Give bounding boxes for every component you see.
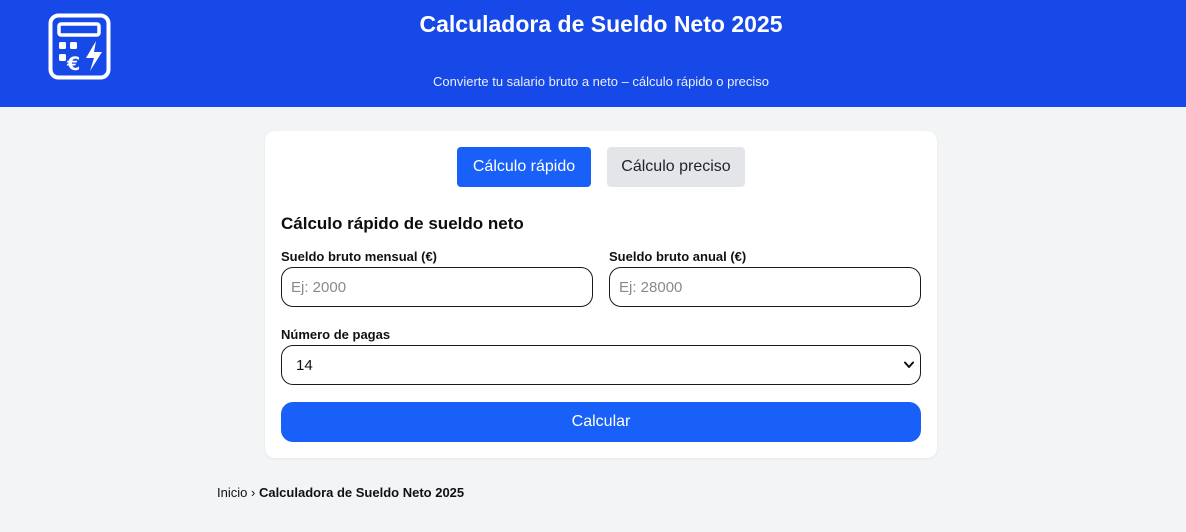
annual-salary-label: Sueldo bruto anual (€) <box>609 249 747 264</box>
calculator-card: Cálculo rápido Cálculo preciso Cálculo r… <box>265 131 937 458</box>
chevron-down-icon <box>904 361 914 368</box>
breadcrumb: Inicio › Calculadora de Sueldo Neto 2025 <box>217 485 464 500</box>
tab-quick-calculation[interactable]: Cálculo rápido <box>457 147 591 187</box>
tab-precise-calculation[interactable]: Cálculo preciso <box>607 147 745 187</box>
payments-label: Número de pagas <box>281 327 391 342</box>
svg-text:€: € <box>66 53 80 75</box>
breadcrumb-home-link[interactable]: Inicio <box>217 485 247 500</box>
monthly-salary-input[interactable] <box>281 267 593 307</box>
site-header: € Calculadora de Sueldo Neto 2025 Convie… <box>0 0 1186 107</box>
breadcrumb-separator: › <box>250 485 256 500</box>
payments-select-value: 14 <box>296 357 313 374</box>
calculate-button[interactable]: Calcular <box>281 402 921 442</box>
calculator-euro-icon[interactable]: € <box>48 13 111 80</box>
annual-salary-input[interactable] <box>609 267 921 307</box>
section-title: Cálculo rápido de sueldo neto <box>281 214 524 233</box>
payments-select[interactable]: 14 <box>281 345 921 385</box>
monthly-salary-label: Sueldo bruto mensual (€) <box>281 249 438 264</box>
page-subtitle: Convierte tu salario bruto a neto – cálc… <box>432 74 770 89</box>
page-title: Calculadora de Sueldo Neto 2025 <box>419 11 783 37</box>
breadcrumb-current: Calculadora de Sueldo Neto 2025 <box>258 485 465 500</box>
